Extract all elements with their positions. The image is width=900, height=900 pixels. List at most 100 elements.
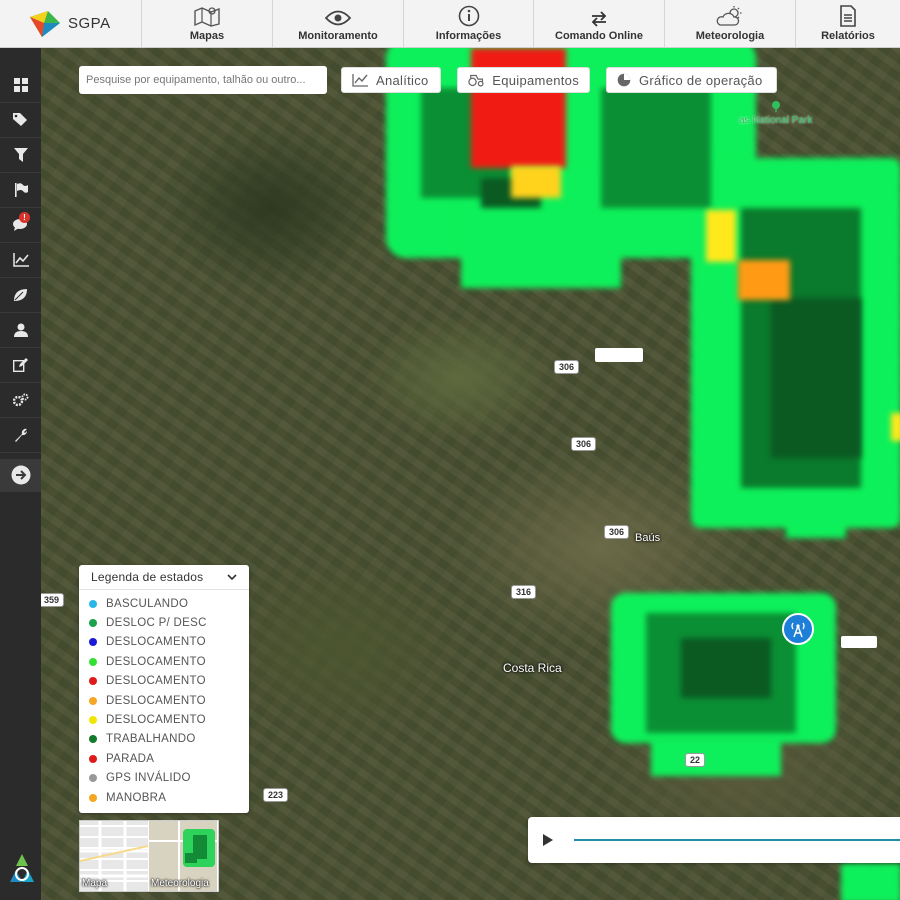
sidebar-item-filter[interactable] <box>0 138 41 173</box>
sidebar-item-tags[interactable] <box>0 103 41 138</box>
legend-item-label: DESLOCAMENTO <box>106 714 206 727</box>
sidebar-item-tools[interactable] <box>0 418 41 453</box>
weather-radar-overlay <box>891 413 900 441</box>
line-chart-icon <box>352 73 368 87</box>
grafico-operacao-button[interactable]: Gráfico de operação <box>606 67 777 93</box>
sidebar-item-user[interactable] <box>0 313 41 348</box>
road-label: 306 <box>571 437 597 451</box>
equipamentos-button[interactable]: Equipamentos <box>457 67 590 93</box>
legend-color-dot <box>89 619 97 628</box>
tag-icon <box>12 113 27 126</box>
legend-item-label: MANOBRA <box>106 791 167 804</box>
equipment-marker[interactable] <box>595 348 643 362</box>
map-icon <box>194 7 220 27</box>
info-icon <box>458 5 479 27</box>
legend-color-dot <box>89 696 97 705</box>
sidebar-expand-button[interactable] <box>0 459 41 492</box>
weather-cloud-sun-icon <box>716 6 742 26</box>
legend-color-dot <box>89 735 97 744</box>
layer-thumbnail-mapa[interactable]: Mapa <box>80 821 148 891</box>
legend-item: PARADA <box>89 749 249 768</box>
nav-meteorologia-label: Meteorologia <box>695 30 765 42</box>
dashboard-grid-icon <box>13 78 28 92</box>
filter-icon <box>13 148 28 162</box>
weather-radar-overlay <box>651 738 781 776</box>
nav-informacoes[interactable]: Informações <box>404 0 534 47</box>
layer-switcher: Mapa Meteorologia <box>79 820 219 892</box>
line-chart-icon <box>12 253 29 267</box>
swap-arrows-icon <box>591 11 607 27</box>
legend-item: MANOBRA <box>89 788 249 807</box>
legend-color-dot <box>89 638 97 647</box>
nav-monitoramento-label: Monitoramento <box>298 30 378 42</box>
sidebar-item-leaf[interactable] <box>0 278 41 313</box>
legend-item: DESLOCAMENTO <box>89 710 249 729</box>
legend-item-label: DESLOCAMENTO <box>106 636 206 649</box>
legend-item-label: DESLOC P/ DESC <box>106 617 207 630</box>
road-label: 22 <box>685 753 706 767</box>
flag-icon <box>14 183 28 197</box>
weather-radar-overlay <box>511 166 561 198</box>
nav-meteorologia[interactable]: Meteorologia <box>665 0 796 47</box>
legend-color-dot <box>89 599 97 608</box>
sidebar-item-settings[interactable] <box>0 383 41 418</box>
legend-list: BASCULANDO DESLOC P/ DESC DESLOCAMENTO DESL… <box>79 590 249 807</box>
cogs-icon <box>12 393 28 407</box>
brand[interactable]: SGPA <box>0 0 142 47</box>
sidebar-item-charts[interactable] <box>0 243 41 278</box>
thumbnail-meteorologia-label: Meteorologia <box>151 878 209 889</box>
arrow-right-circle-icon <box>11 465 30 485</box>
layer-thumbnail-meteorologia[interactable]: Meteorologia <box>149 821 217 891</box>
weather-radar-overlay <box>841 863 900 900</box>
user-icon <box>13 323 28 337</box>
legend-color-dot <box>89 716 97 725</box>
playback-timeline[interactable] <box>574 839 900 841</box>
wrench-icon <box>14 428 27 442</box>
weather-radar-overlay <box>786 488 846 538</box>
app-name: SGPA <box>68 15 111 32</box>
legend-item: TRABALHANDO <box>89 730 249 749</box>
sidebar-item-flag[interactable] <box>0 173 41 208</box>
legend-item-label: DESLOCAMENTO <box>106 655 206 668</box>
nav-relatorios[interactable]: Relatórios <box>796 0 900 47</box>
legend-panel: Legenda de estados BASCULANDO DESLOC P/ D… <box>79 565 249 813</box>
weather-radar-overlay <box>681 638 771 698</box>
grafico-operacao-label: Gráfico de operação <box>639 72 763 88</box>
sidebar-item-edit[interactable] <box>0 348 41 383</box>
partner-logo-icon <box>6 852 38 886</box>
nav-monitoramento[interactable]: Monitoramento <box>273 0 404 47</box>
sgpa-logo-icon <box>28 9 62 39</box>
pie-chart-icon <box>617 73 631 87</box>
equipamentos-label: Equipamentos <box>492 72 579 88</box>
legend-title: Legenda de estados <box>91 570 204 584</box>
nav-mapas[interactable]: Mapas <box>142 0 273 47</box>
eye-icon <box>325 10 351 26</box>
legend-item-label: PARADA <box>106 752 155 765</box>
antenna-tower-marker[interactable] <box>782 613 814 645</box>
legend-item: DESLOCAMENTO <box>89 691 249 710</box>
thumbnail-mapa-label: Mapa <box>82 878 108 889</box>
analitico-button[interactable]: Analítico <box>341 67 441 93</box>
search-input[interactable] <box>79 66 327 94</box>
nav-relatorios-label: Relatórios <box>821 30 875 42</box>
legend-color-dot <box>89 793 97 802</box>
edit-icon <box>13 358 28 372</box>
chat-notification-badge: ! <box>19 212 30 223</box>
nav-comando-online[interactable]: Comando Online <box>534 0 665 47</box>
chevron-down-icon <box>227 573 237 580</box>
road-label: 359 <box>41 593 65 607</box>
legend-item-label: TRABALHANDO <box>106 733 196 746</box>
play-icon[interactable] <box>542 833 554 847</box>
sidebar-item-dashboard[interactable] <box>0 68 41 103</box>
sidebar: ! <box>0 48 41 900</box>
legend-item-label: DESLOCAMENTO <box>106 694 206 707</box>
playback-bar <box>528 817 900 863</box>
legend-item: GPS INVÁLIDO <box>89 769 249 788</box>
legend-item: DESLOCAMENTO <box>89 652 249 671</box>
place-label-national-park: as National Park <box>739 100 812 126</box>
road-label: 306 <box>604 525 630 539</box>
legend-header[interactable]: Legenda de estados <box>79 565 249 590</box>
equipment-marker[interactable] <box>841 636 877 648</box>
sidebar-item-chat[interactable]: ! <box>0 208 41 243</box>
nav-mapas-label: Mapas <box>189 30 225 42</box>
